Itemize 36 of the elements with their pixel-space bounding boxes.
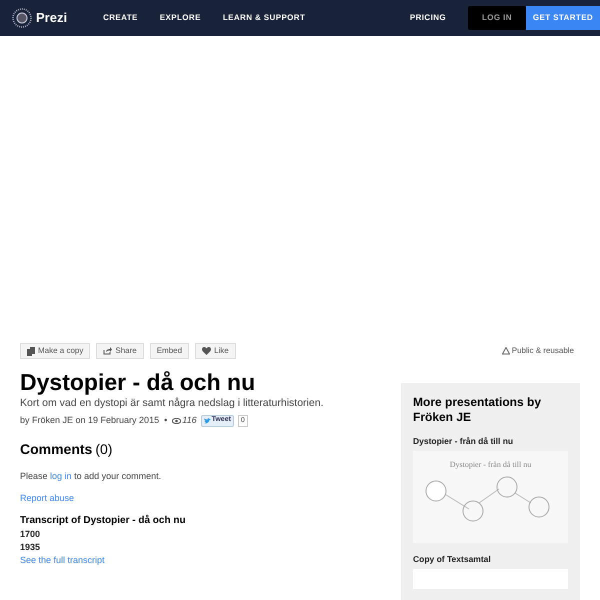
transcript-line: 1935 [20,541,42,554]
login-prompt: Please log in to add your comment. [20,470,162,484]
logo-icon [12,8,32,28]
login-button[interactable]: LOG IN [468,6,526,30]
nav-link[interactable]: LEARN & SUPPORT [222,12,306,24]
comments-count: (0) [95,440,112,460]
bird-icon [204,418,211,424]
report-abuse-link[interactable]: Report abuse [20,492,74,506]
transcript-line: 1700 [20,528,42,542]
presentation-link[interactable]: Dystopier - från då till nu [413,435,568,448]
transcript-heading: Transcript of Dystopier - då och nu [20,514,187,528]
presentation-link[interactable]: Copy of Textsamtal [413,552,568,566]
action-button[interactable]: Like [195,343,236,359]
get-started-button[interactable]: GET STARTED [526,6,600,30]
panel-heading: More presentations by Fröken JE [413,395,542,425]
presentation-description: Kort om vad en dystopi är samt några nedslag i litteraturhistorien. [20,396,324,411]
nav-link[interactable]: CREATE [103,12,138,24]
comments-heading: Comments [20,440,92,460]
share-icon [103,347,112,355]
nav-link[interactable]: EXPLORE [160,12,201,24]
slide-title: Dystopier - från då till nu [450,458,532,471]
presentation-title: Dystopier - då och nu [20,369,256,395]
heart-icon [202,347,212,355]
eye-icon [172,418,182,424]
license-label: Public & reusable [512,345,574,357]
separator: • [164,414,168,427]
logo-text[interactable]: Prezi [36,8,68,28]
view-count: 116 [182,414,197,427]
login-link[interactable]: log in [50,471,72,482]
copy-icon [27,346,35,356]
byline: by Fröken JE on 19 February 2015 [20,414,160,427]
pricing-link[interactable]: PRICING [410,12,446,24]
action-button[interactable]: Embed [150,343,190,359]
action-button[interactable]: Make a copy [20,343,90,359]
action-button[interactable]: Share [96,343,144,359]
full-transcript-link[interactable]: See the full transcript [20,554,105,568]
